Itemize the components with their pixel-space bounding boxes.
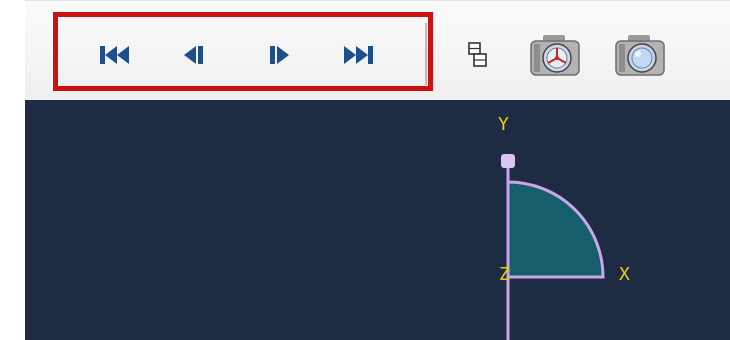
quarter-circle-shape: [506, 180, 605, 279]
x-axis-label: X: [619, 264, 630, 285]
highlight-frame: [53, 12, 433, 91]
overlay-layers-icon: [468, 42, 487, 67]
z-axis-label: Z: [499, 264, 510, 285]
axis-triad: [501, 154, 605, 340]
overlay-button[interactable]: [463, 37, 493, 73]
camera-settings-button[interactable]: [528, 31, 582, 79]
viewport-3d[interactable]: Y X Z: [25, 100, 730, 340]
camera-settings-icon: [530, 35, 580, 76]
camera-button[interactable]: [613, 31, 667, 79]
y-axis-endpoint: [501, 154, 515, 168]
y-axis-label: Y: [498, 114, 509, 135]
camera-icon: [615, 35, 665, 76]
